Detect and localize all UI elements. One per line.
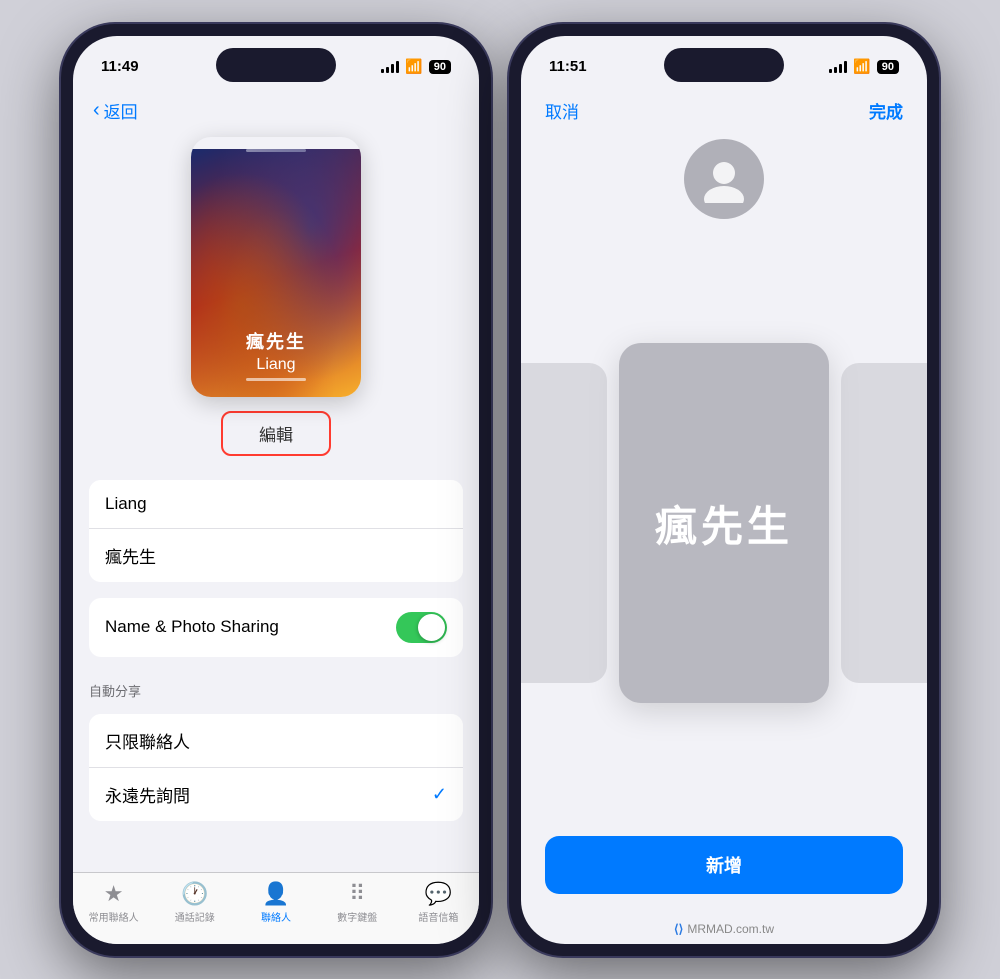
status-right-2: 📶 90 (829, 58, 899, 75)
contact-card-mini: 瘋先生 Liang (191, 137, 361, 397)
sharing-label: Name & Photo Sharing (105, 617, 396, 637)
avatar-icon (700, 155, 748, 203)
voicemail-icon: 💬 (425, 881, 452, 907)
done-button[interactable]: 完成 (869, 98, 903, 123)
favorites-label: 常用聯絡人 (89, 909, 139, 924)
time-1: 11:49 (101, 58, 139, 75)
nav-bar-1: ‹ 返回 (73, 90, 479, 127)
bar4 (396, 61, 399, 73)
time-2: 11:51 (549, 58, 587, 75)
dynamic-island-2 (664, 48, 784, 82)
phone-1: 11:49 📶 90 ‹ 返回 (61, 24, 491, 956)
field-last-name[interactable]: 瘋先生 (89, 529, 463, 582)
name-fields-section: Liang 瘋先生 (89, 480, 463, 582)
back-label: 返回 (104, 98, 138, 123)
cancel-button[interactable]: 取消 (545, 98, 579, 123)
bar3 (391, 64, 394, 73)
bar1 (381, 69, 384, 73)
recents-icon: 🕐 (181, 881, 208, 907)
toggle-knob (418, 614, 445, 641)
contacts-icon: 👤 (262, 881, 289, 907)
auto-share-contacts[interactable]: 只限聯絡人 (89, 714, 463, 768)
watermark-text: MRMAD.com.tw (687, 922, 774, 936)
auto-share-header: 自動分享 (73, 665, 479, 706)
tab-bar: ★ 常用聯絡人 🕐 通話記錄 👤 聯絡人 ⠿ 數字鍵盤 💬 語音信箱 (73, 872, 479, 944)
signal-bars-2 (829, 61, 847, 73)
tab-favorites[interactable]: ★ 常用聯絡人 (73, 881, 154, 924)
card-name-cn: 瘋先生 (191, 328, 361, 354)
keypad-icon: ⠿ (349, 881, 365, 907)
phones-container: 11:49 📶 90 ‹ 返回 (61, 24, 939, 956)
add-button[interactable]: 新增 (545, 836, 903, 894)
keypad-label: 數字鍵盤 (337, 909, 377, 924)
checkmark-icon: ✓ (432, 784, 447, 805)
back-chevron-icon: ‹ (93, 100, 100, 120)
dynamic-island-1 (216, 48, 336, 82)
bar3b (839, 64, 842, 73)
watermark-logo: ⟨⟩ (674, 922, 683, 936)
card-preview-area: 瘋先生 Liang 編輯 (73, 127, 479, 472)
field-first-name[interactable]: Liang (89, 480, 463, 529)
battery-2: 90 (877, 60, 899, 74)
bar2 (386, 67, 389, 73)
poster-main[interactable]: 瘋先生 (619, 343, 829, 703)
bar2b (834, 67, 837, 73)
bar4b (844, 61, 847, 73)
sharing-toggle[interactable] (396, 612, 447, 643)
card-bottom-line (246, 378, 306, 381)
poster-side-right[interactable] (841, 363, 927, 683)
poster-side-left[interactable] (521, 363, 607, 683)
sharing-row[interactable]: Name & Photo Sharing (89, 598, 463, 657)
tab-recents[interactable]: 🕐 通話記錄 (154, 881, 235, 924)
battery-1: 90 (429, 60, 451, 74)
recents-label: 通話記錄 (175, 909, 215, 924)
avatar-area (521, 127, 927, 227)
tab-keypad[interactable]: ⠿ 數字鍵盤 (317, 881, 398, 924)
signal-bars-1 (381, 61, 399, 73)
edit-button[interactable]: 編輯 (221, 411, 331, 456)
auto-share-section: 只限聯絡人 永遠先詢問 ✓ (89, 714, 463, 821)
phone-1-screen: 11:49 📶 90 ‹ 返回 (73, 36, 479, 944)
voicemail-label: 語音信箱 (418, 909, 458, 924)
wifi-icon-1: 📶 (405, 58, 422, 75)
phone2-nav: 取消 完成 (521, 90, 927, 127)
poster-carousel: 瘋先生 (521, 227, 927, 820)
contacts-only-label: 只限聯絡人 (105, 728, 447, 753)
tab-voicemail[interactable]: 💬 語音信箱 (398, 881, 479, 924)
status-right-1: 📶 90 (381, 58, 451, 75)
card-name-en: Liang (191, 356, 361, 374)
wifi-icon-2: 📶 (853, 58, 870, 75)
avatar[interactable] (684, 139, 764, 219)
edit-btn-wrapper: 編輯 (221, 411, 331, 456)
add-btn-area: 新增 (521, 820, 927, 918)
last-name-value: 瘋先生 (105, 543, 447, 568)
phone-2: 11:51 📶 90 取消 完成 (509, 24, 939, 956)
tab-contacts[interactable]: 👤 聯絡人 (235, 881, 316, 924)
card-name-area: 瘋先生 Liang (191, 328, 361, 381)
watermark: ⟨⟩ MRMAD.com.tw (521, 918, 927, 944)
always-ask-label: 永遠先詢問 (105, 782, 432, 807)
auto-share-ask[interactable]: 永遠先詢問 ✓ (89, 768, 463, 821)
card-bg: 瘋先生 Liang (191, 149, 361, 397)
bar1b (829, 69, 832, 73)
first-name-value: Liang (105, 494, 447, 514)
sharing-section: Name & Photo Sharing (89, 598, 463, 657)
phone-2-screen: 11:51 📶 90 取消 完成 (521, 36, 927, 944)
contacts-label: 聯絡人 (261, 909, 291, 924)
back-button[interactable]: ‹ 返回 (93, 98, 459, 123)
poster-main-text: 瘋先生 (655, 493, 793, 554)
favorites-icon: ★ (104, 881, 124, 907)
